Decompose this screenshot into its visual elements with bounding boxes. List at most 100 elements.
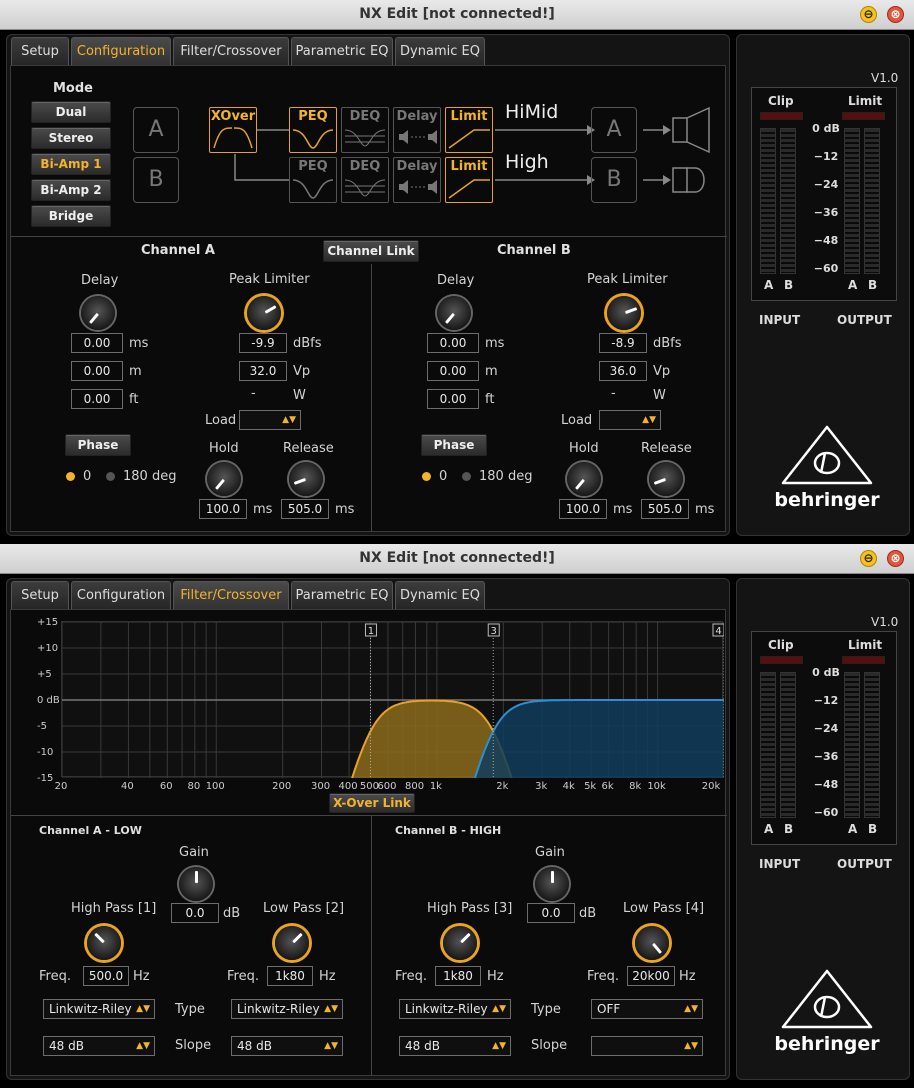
tab-parametric-eq[interactable]: Parametric EQ [291, 581, 393, 609]
channel-b-delay-ft-field[interactable]: 0.00 [427, 389, 479, 409]
level-meters: Clip Limit 0 dB −12 −24 −36 −48 −60 A B … [751, 631, 897, 845]
meter-panel: V1.0 Clip Limit 0 dB −12 −24 −36 −48 −60… [736, 578, 910, 1080]
tab-filter-crossover[interactable]: Filter/Crossover [173, 581, 289, 609]
channel-b-load-select[interactable]: ▲▼ [599, 410, 661, 430]
xover-link-button[interactable]: X-Over Link [329, 793, 415, 813]
channel-b-lp-freq-field[interactable]: 20k00 [627, 966, 675, 986]
chevron-updown-icon: ▲▼ [492, 1004, 506, 1014]
deq-b-block[interactable]: DEQ [341, 157, 389, 203]
output-meter-b [864, 128, 880, 274]
channel-a-lowpass-knob[interactable] [275, 926, 309, 960]
channel-b-peak-dbfs-field[interactable]: -8.9 [599, 333, 647, 353]
output-b-block[interactable]: B [591, 157, 637, 203]
channel-a-hold-knob[interactable] [207, 462, 241, 496]
channel-a-lp-freq-field[interactable]: 1k80 [267, 966, 313, 986]
tab-parametric-eq[interactable]: Parametric EQ [291, 37, 393, 65]
channel-a-delay-label: Delay [81, 273, 119, 288]
channel-a-phase-180-radio[interactable] [106, 472, 115, 481]
tab-setup[interactable]: Setup [11, 37, 69, 65]
speaker-delay-icon [399, 130, 437, 144]
channel-a-load-select[interactable]: ▲▼ [239, 410, 301, 430]
channel-a-peak-vp-field[interactable]: 32.0 [239, 361, 287, 381]
input-a-block[interactable]: A [133, 107, 179, 153]
channel-b-hold-label: Hold [569, 441, 599, 456]
channel-b-delay-ms-field[interactable]: 0.00 [427, 333, 479, 353]
chevron-updown-icon: ▲▼ [642, 415, 656, 425]
channel-a-hp-freq-label: Freq. [39, 969, 71, 984]
channel-b-highpass-knob[interactable] [443, 926, 477, 960]
peq-a-block[interactable]: PEQ [289, 107, 337, 153]
channel-b-delay-knob[interactable] [437, 296, 471, 330]
channel-b-gain-field[interactable]: 0.0 [527, 903, 575, 923]
deq-a-block[interactable]: DEQ [341, 107, 389, 153]
channel-a-phase-button[interactable]: Phase [65, 434, 131, 456]
unit-dbfs: dBfs [653, 336, 682, 351]
channel-b-hold-knob[interactable] [567, 462, 601, 496]
channel-b-phase-180-radio[interactable] [462, 472, 471, 481]
clip-led [760, 112, 803, 120]
channel-link-button[interactable]: Channel Link [323, 240, 419, 262]
unit-ms: ms [253, 502, 273, 517]
unit-vp: Vp [653, 364, 671, 379]
minimize-icon[interactable]: ⊖ [860, 550, 877, 567]
peq-b-block[interactable]: PEQ [289, 157, 337, 203]
channel-a-hold-label: Hold [209, 441, 239, 456]
channel-a-lowpass-label: Low Pass [2] [263, 901, 345, 916]
channel-a-lp-slope-select[interactable]: 48 dB ▲▼ [231, 1036, 343, 1056]
channel-b-hp-freq-field[interactable]: 1k80 [435, 966, 481, 986]
channel-a-hp-slope-select[interactable]: 48 dB ▲▼ [43, 1036, 155, 1056]
tab-filter-crossover[interactable]: Filter/Crossover [173, 37, 289, 65]
channel-b-title: Channel B [497, 243, 571, 258]
channel-a-delay-m-field[interactable]: 0.00 [71, 361, 123, 381]
limit-a-label: Limit [450, 109, 488, 124]
tab-configuration[interactable]: Configuration [71, 37, 171, 65]
channel-a-release-field[interactable]: 505.0 [281, 499, 329, 519]
channel-b-delay-m-field[interactable]: 0.00 [427, 361, 479, 381]
input-b-block[interactable]: B [133, 157, 179, 203]
close-icon[interactable]: ⊗ [887, 6, 904, 23]
channel-a-peak-knob[interactable] [247, 296, 281, 330]
channel-a-delay-ft-field[interactable]: 0.00 [71, 389, 123, 409]
output-a-block[interactable]: A [591, 107, 637, 153]
channel-b-release-label: Release [641, 441, 692, 456]
channel-b-hp-type-select[interactable]: Linkwitz-Riley ▲▼ [399, 999, 511, 1019]
limit-a-block[interactable]: Limit [445, 107, 493, 153]
channel-a-phase-0-radio[interactable] [66, 472, 75, 481]
channel-b-lp-type-select[interactable]: OFF ▲▼ [591, 999, 703, 1019]
channel-a-release-knob[interactable] [289, 462, 323, 496]
channel-a-gain-field[interactable]: 0.0 [171, 903, 219, 923]
channel-a-peak-dbfs-field[interactable]: -9.9 [239, 333, 287, 353]
delay-b-block[interactable]: Delay [393, 157, 441, 203]
channel-a-hp-type-select[interactable]: Linkwitz-Riley ▲▼ [43, 999, 155, 1019]
minimize-icon[interactable]: ⊖ [860, 6, 877, 23]
channel-a-delay-ms-field[interactable]: 0.00 [71, 333, 123, 353]
tab-setup[interactable]: Setup [11, 581, 69, 609]
channel-b-gain-knob[interactable] [535, 867, 569, 901]
close-icon[interactable]: ⊗ [887, 550, 904, 567]
output-a-label: A [848, 822, 858, 836]
channel-a-hp-freq-field[interactable]: 500.0 [83, 966, 129, 986]
delay-a-block[interactable]: Delay [393, 107, 441, 153]
channel-a-gain-knob[interactable] [179, 867, 213, 901]
channel-b-hp-type-value: Linkwitz-Riley [405, 1002, 488, 1016]
tab-dynamic-eq[interactable]: Dynamic EQ [395, 581, 485, 609]
channel-b-lp-slope-select[interactable]: ▲▼ [591, 1036, 703, 1056]
channel-b-hold-field[interactable]: 100.0 [559, 499, 607, 519]
tab-configuration[interactable]: Configuration [71, 581, 171, 609]
channel-a-highpass-knob[interactable] [87, 926, 121, 960]
channel-b-release-field[interactable]: 505.0 [641, 499, 689, 519]
tab-dynamic-eq[interactable]: Dynamic EQ [395, 37, 485, 65]
channel-b-peak-knob[interactable] [607, 296, 641, 330]
channel-a-hold-field[interactable]: 100.0 [199, 499, 247, 519]
limit-b-block[interactable]: Limit [445, 157, 493, 203]
channel-b-hp-slope-select[interactable]: 48 dB ▲▼ [399, 1036, 511, 1056]
channel-b-phase-0-radio[interactable] [422, 472, 431, 481]
xover-block[interactable]: XOver [209, 107, 257, 153]
channel-b-peak-vp-field[interactable]: 36.0 [599, 361, 647, 381]
channel-b-release-knob[interactable] [649, 462, 683, 496]
channel-a-lp-type-select[interactable]: Linkwitz-Riley ▲▼ [231, 999, 343, 1019]
input-b-label: B [784, 822, 794, 836]
channel-b-lowpass-knob[interactable] [635, 926, 669, 960]
channel-b-phase-button[interactable]: Phase [421, 434, 487, 456]
channel-a-delay-knob[interactable] [81, 296, 115, 330]
